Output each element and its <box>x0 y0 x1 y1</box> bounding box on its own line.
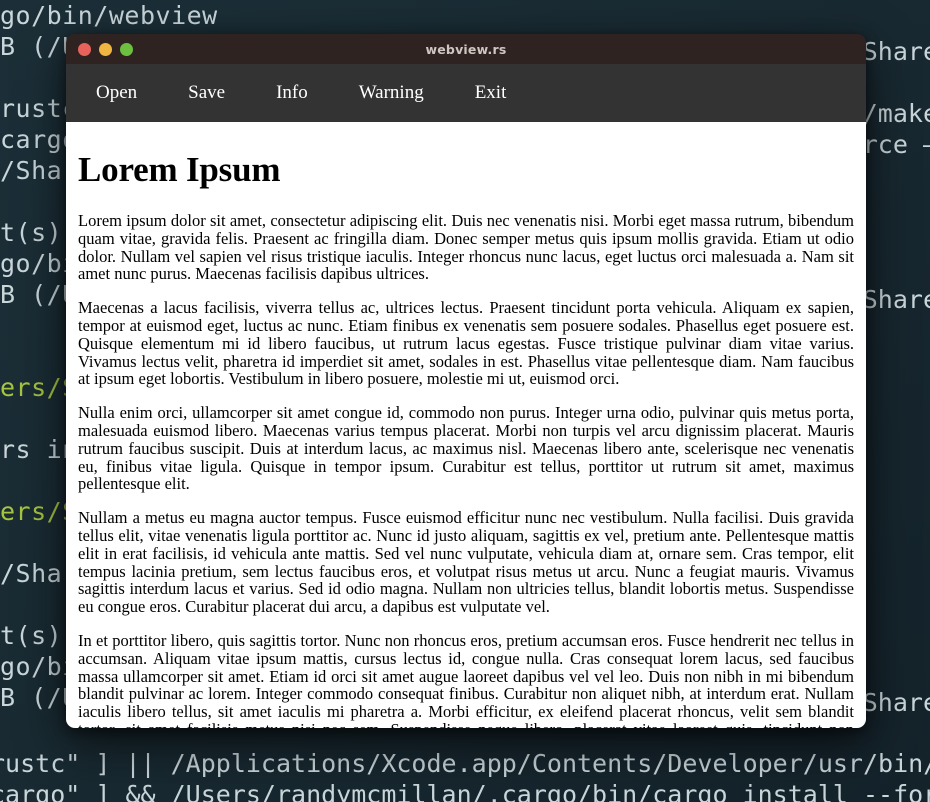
close-button[interactable] <box>78 42 91 56</box>
terminal-command-line: cargo" ] && /Users/randymcmillan/.cargo/… <box>0 780 930 802</box>
menu-item-warning[interactable]: Warning <box>349 78 434 108</box>
terminal-fragment: Share <box>862 688 930 717</box>
window-titlebar[interactable]: webview.rs <box>66 34 866 64</box>
document-paragraph: Lorem ipsum dolor sit amet, consectetur … <box>78 211 854 284</box>
webview-window: webview.rs Open Save Info Warning Exit Lorem… <box>66 34 866 728</box>
terminal-fragment: rce — <box>862 130 930 159</box>
document-body: Lorem Ipsum Lorem ipsum dolor sit amet, … <box>78 150 854 728</box>
maximize-button[interactable] <box>120 42 133 56</box>
minimize-button[interactable] <box>99 42 112 56</box>
document-paragraph: Nullam a metus eu magna auctor tempus. F… <box>78 508 854 617</box>
terminal-fragment: /make <box>862 99 930 128</box>
menu-item-exit[interactable]: Exit <box>465 78 517 108</box>
terminal-command-line: rustc" ] || /Applications/Xcode.app/Cont… <box>0 749 930 778</box>
terminal-fragment: Share <box>862 285 930 314</box>
window-controls[interactable] <box>78 34 133 64</box>
terminal-fragment: Share <box>862 37 930 66</box>
document-paragraph: Nulla enim orci, ullamcorper sit amet co… <box>78 403 854 494</box>
page-title: Lorem Ipsum <box>78 150 281 189</box>
menu-item-info[interactable]: Info <box>266 78 318 108</box>
webview-content: Lorem Ipsum Lorem ipsum dolor sit amet, … <box>66 122 866 728</box>
window-title: webview.rs <box>425 41 507 57</box>
menu-item-open[interactable]: Open <box>86 78 147 108</box>
paragraph-list: Lorem ipsum dolor sit amet, consectetur … <box>78 212 854 728</box>
menu-item-save[interactable]: Save <box>178 78 235 108</box>
document-paragraph: Maecenas a lacus facilisis, viverra tell… <box>78 298 854 389</box>
document-paragraph: In et porttitor libero, quis sagittis to… <box>78 630 854 728</box>
terminal-line: go/bin/webview <box>0 1 218 30</box>
menu-bar: Open Save Info Warning Exit <box>66 64 866 122</box>
